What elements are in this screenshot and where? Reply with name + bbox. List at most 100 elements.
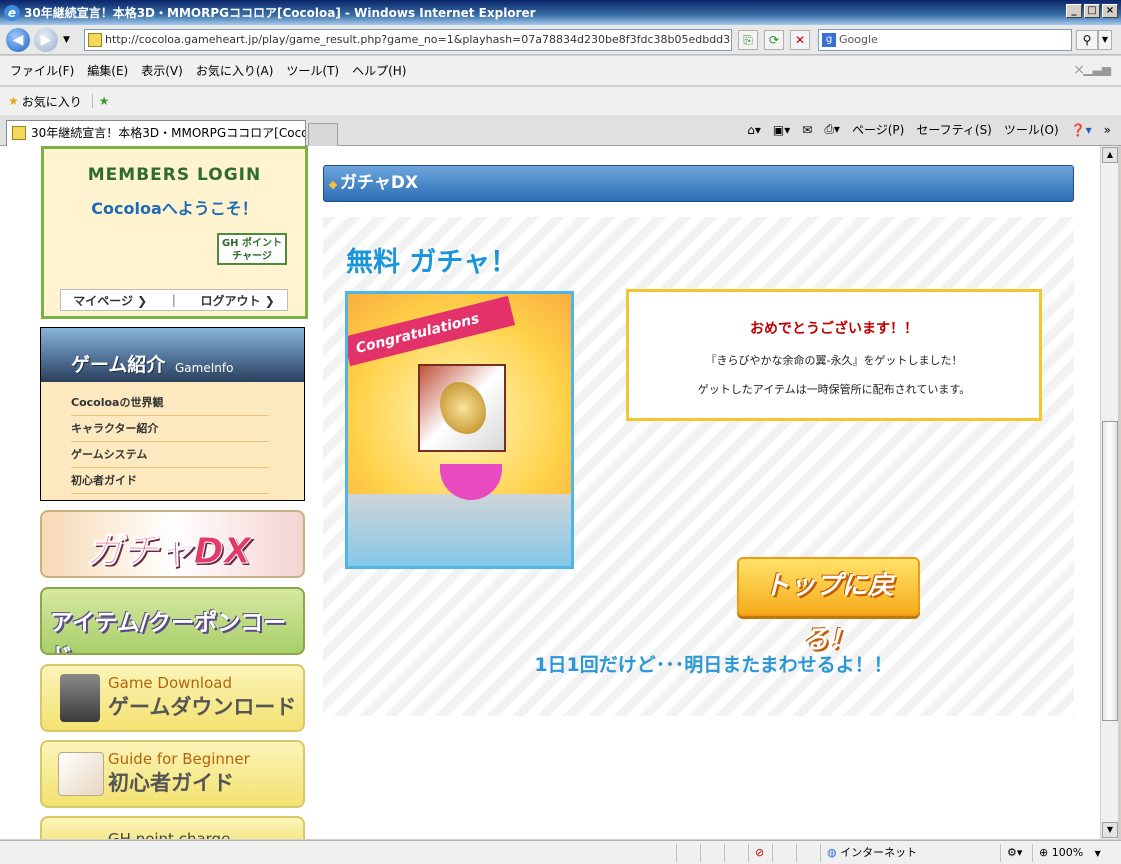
minimize-button[interactable]: _ (1066, 4, 1082, 18)
search-options-icon[interactable]: ▼ (1098, 30, 1112, 50)
game-info-guide-link[interactable]: 初心者ガイド (71, 468, 269, 494)
menu-file[interactable]: ファイル(F) (10, 62, 74, 79)
congratulations-ribbon: Congratulations (348, 295, 516, 367)
compat-view-icon[interactable]: ⎘ (738, 30, 758, 50)
result-line2: ゲットしたアイテムは一時保管所に配布されています。 (697, 383, 971, 396)
beginner-guide-en: Guide for Beginner (108, 750, 250, 768)
back-button[interactable]: ◀ (6, 28, 30, 52)
game-info-world-link[interactable]: Cocoloaの世界観 (71, 390, 269, 416)
tab-cocoloa[interactable]: 30年継続宣言！本格3D・MMORPGココロア[Cocol... (6, 120, 306, 146)
chevron-more-icon[interactable]: » (1104, 123, 1111, 137)
tab-title: 30年継続宣言！本格3D・MMORPGココロア[Cocol... (31, 126, 306, 140)
command-bar: ⌂▾ ▣▾ ✉ ⎙▾ ページ(P) セーフティ(S) ツール(O) ❓▾ » (747, 121, 1111, 138)
game-info-subtitle: GameInfo (175, 361, 234, 375)
item-code-label: アイテム/クーポンコード (50, 610, 287, 653)
status-pane-3 (724, 844, 748, 862)
item-code-banner[interactable]: アイテム/クーポンコード (40, 587, 305, 655)
gacha-dx-header: ガチャDX (323, 165, 1074, 202)
new-tab-button[interactable] (308, 123, 338, 146)
daily-note: 1日1回だけど･･･明日またまわせるよ！！ (534, 654, 893, 676)
protected-mode-icon[interactable]: ⚙▾ (1000, 844, 1030, 862)
scroll-thumb[interactable] (1102, 421, 1118, 721)
home-icon[interactable]: ⌂▾ (747, 123, 761, 137)
result-heading: おめでとうございます！！ (750, 321, 918, 337)
history-dropdown-icon[interactable]: ▼ (63, 35, 70, 45)
status-pane-1 (676, 844, 700, 862)
stop-icon[interactable]: ✕ (790, 30, 810, 50)
status-pane-5 (796, 844, 820, 862)
menu-bar: ファイル(F) 編集(E) 表示(V) お気に入り(A) ツール(T) ヘルプ(… (0, 56, 1121, 86)
safety-menu[interactable]: セーフティ(S) (916, 121, 992, 138)
gh-point-charge-banner[interactable]: GH point charge (40, 816, 305, 839)
download-icon (60, 674, 100, 722)
refresh-icon[interactable]: ⟳ (764, 30, 784, 50)
gh-charge-line1: GH ポイント (221, 238, 283, 249)
beginner-guide-jp: 初心者ガイド (108, 771, 234, 795)
game-download-en: Game Download (108, 674, 232, 692)
menu-edit[interactable]: 編集(E) (87, 62, 128, 79)
search-input[interactable]: g Google (818, 29, 1072, 51)
search-icon[interactable]: ⚲ (1076, 30, 1098, 50)
free-gacha-title: 無料 ガチャ！ (346, 247, 518, 278)
vertical-scrollbar[interactable]: ▲ ▼ (1100, 146, 1118, 839)
zoom-control[interactable]: ⊕ 100% ▼ (1032, 844, 1118, 862)
game-info-system-link[interactable]: ゲームシステム (71, 442, 269, 468)
print-icon[interactable]: ⎙▾ (824, 122, 840, 137)
maximize-button[interactable]: □ (1084, 4, 1100, 18)
add-favorite-icon[interactable]: ★ (91, 94, 110, 108)
scroll-icon (58, 752, 104, 796)
favorites-star-icon: ★ (8, 94, 19, 108)
favorites-bar: ★ お気に入り ★ (0, 87, 1121, 115)
result-message-box: おめでとうございます！！ 『きらびやかな余命の翼-永久』をゲットしました！ ゲッ… (626, 289, 1042, 421)
mypage-link[interactable]: マイページ ❯ (73, 292, 147, 309)
ie-logo-icon: e (4, 4, 20, 21)
gacha-dx-header-text: ガチャDX (340, 173, 419, 193)
address-row: ◀ ▶ ▼ http://cocoloa.gameheart.jp/play/g… (0, 25, 1121, 55)
login-heading: MEMBERS LOGIN (87, 165, 262, 185)
game-download-banner[interactable]: Game Download ゲームダウンロード (40, 664, 305, 732)
search-placeholder: Google (839, 33, 878, 46)
tools-menu[interactable]: ツール(O) (1004, 121, 1059, 138)
game-info-box: ゲーム紹介 GameInfo Cocoloaの世界観 キャラクター紹介 ゲームシ… (40, 327, 305, 501)
tab-favicon-icon (12, 126, 26, 140)
page-viewport: MEMBERS LOGIN Cocoloaへようこそ！ GH ポイント チャージ… (0, 146, 1100, 839)
gacha-dx-banner[interactable]: ガチャDX (40, 510, 305, 578)
scroll-down-icon[interactable]: ▼ (1102, 822, 1118, 838)
logout-link[interactable]: ログアウト ❯ (201, 292, 275, 309)
window-title: 30年継続宣言！本格3D・MMORPGココロア[Cocoloa] - Windo… (24, 6, 536, 20)
page-menu[interactable]: ページ(P) (852, 121, 904, 138)
menu-view[interactable]: 表示(V) (141, 62, 183, 79)
gh-point-charge-en: GH point charge (108, 830, 231, 839)
game-download-jp: ゲームダウンロード (108, 695, 297, 719)
menu-tools[interactable]: ツール(T) (286, 62, 339, 79)
mail-icon[interactable]: ✉ (802, 123, 812, 137)
scroll-up-icon[interactable]: ▲ (1102, 147, 1118, 163)
zone-text: インターネット (840, 846, 918, 859)
menu-favorites[interactable]: お気に入り(A) (196, 62, 274, 79)
zoom-level: 100% (1051, 846, 1084, 859)
game-info-characters-link[interactable]: キャラクター紹介 (71, 416, 269, 442)
help-icon[interactable]: ❓▾ (1071, 123, 1092, 137)
site-favicon-icon (88, 33, 102, 47)
favorites-button[interactable]: お気に入り (22, 93, 82, 110)
popup-blocker-icon[interactable]: ⊘ (748, 844, 772, 862)
congratulations-image: Congratulations (345, 291, 574, 569)
result-line1: 『きらびやかな余命の翼-永久』をゲットしました！ (705, 354, 963, 367)
gh-charge-button[interactable]: GH ポイント チャージ (217, 233, 287, 265)
status-bar: ⊘ ◍ インターネット ⚙▾ ⊕ 100% ▼ (0, 840, 1121, 864)
back-to-top-button[interactable]: トップに戻る！ (737, 557, 920, 655)
gacha-dx-label: ガチャDX (85, 531, 252, 573)
feeds-icon[interactable]: ▣▾ (773, 123, 790, 137)
tab-row: 30年継続宣言！本格3D・MMORPGココロア[Cocol... ⌂▾ ▣▾ ✉… (0, 115, 1121, 146)
game-info-list: Cocoloaの世界観 キャラクター紹介 ゲームシステム 初心者ガイド (71, 390, 269, 494)
menu-help[interactable]: ヘルプ(H) (352, 62, 406, 79)
globe-icon: ◍ (827, 846, 837, 859)
status-pane-4 (772, 844, 796, 862)
login-links: マイページ ❯ | ログアウト ❯ (60, 289, 288, 311)
gh-charge-line2: チャージ (232, 251, 272, 262)
close-window-button[interactable]: × (1102, 4, 1118, 18)
address-url: http://cocoloa.gameheart.jp/play/game_re… (105, 33, 732, 46)
forward-button[interactable]: ▶ (34, 28, 58, 52)
beginner-guide-banner[interactable]: Guide for Beginner 初心者ガイド (40, 740, 305, 808)
address-input[interactable]: http://cocoloa.gameheart.jp/play/game_re… (84, 29, 732, 51)
